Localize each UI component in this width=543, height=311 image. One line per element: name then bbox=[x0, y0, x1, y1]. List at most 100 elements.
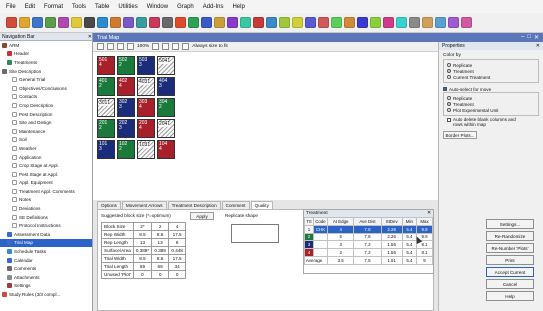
trial-plot[interactable]: 101 3 bbox=[97, 140, 115, 159]
trial-plot[interactable]: 503 3 bbox=[137, 56, 155, 75]
nav-item[interactable]: Header bbox=[0, 50, 92, 59]
block-size-value[interactable]: 0.389 bbox=[151, 246, 170, 255]
table-row[interactable]: 1 CHK 4 7.8 2.26 5.4 9.9 bbox=[304, 224, 433, 234]
apply-button[interactable]: Apply bbox=[190, 212, 214, 220]
trial-plot[interactable]: 404 3 bbox=[157, 77, 175, 96]
toolbar-button-icon[interactable] bbox=[32, 17, 43, 28]
close-icon[interactable]: ✕ bbox=[88, 34, 92, 40]
block-size-value[interactable]: 69 bbox=[151, 262, 170, 271]
radio-button[interactable] bbox=[447, 108, 451, 112]
dialog-button-cancel[interactable]: Cancel bbox=[486, 279, 534, 289]
menu-item-tools[interactable]: Tools bbox=[72, 4, 86, 10]
toolbar-button-icon[interactable] bbox=[19, 17, 30, 28]
tab-quality[interactable]: Quality bbox=[250, 201, 273, 209]
nav-item[interactable]: Maintenance bbox=[0, 127, 92, 136]
close-icon[interactable]: ✕ bbox=[536, 43, 540, 49]
nav-item[interactable]: Protocol Instructions bbox=[0, 221, 92, 230]
block-size-value[interactable]: 13 bbox=[151, 238, 170, 247]
toolbar-button-icon[interactable] bbox=[370, 17, 381, 28]
nav-item[interactable]: Calendar bbox=[0, 256, 92, 265]
nav-item[interactable]: Appl. Equipment bbox=[0, 179, 92, 188]
toolbar-button-icon[interactable] bbox=[253, 17, 264, 28]
block-size-value[interactable]: 13 bbox=[132, 238, 153, 247]
toolbar-button-icon[interactable] bbox=[123, 17, 134, 28]
dialog-button-help[interactable]: Help bbox=[486, 291, 534, 301]
trial-plot[interactable]: 402 4 bbox=[117, 77, 135, 96]
nav-item[interactable]: Deviations bbox=[0, 204, 92, 213]
toolbar-button-icon[interactable] bbox=[396, 17, 407, 28]
nav-item[interactable]: Site and Design bbox=[0, 118, 92, 127]
nav-item[interactable]: Weather bbox=[0, 144, 92, 153]
radio-button[interactable] bbox=[447, 75, 451, 79]
tab-treatment-description[interactable]: Treatment Description bbox=[167, 201, 221, 209]
block-size-value[interactable]: 17.5 bbox=[168, 230, 187, 239]
option-row[interactable]: Plot Experimental Unit bbox=[444, 107, 538, 113]
trial-plot[interactable]: 502 2 bbox=[117, 56, 135, 75]
block-size-value[interactable]: 8.5 bbox=[151, 254, 170, 263]
menu-item-help[interactable]: Help bbox=[232, 4, 244, 10]
fit-height-icon[interactable] bbox=[172, 43, 180, 50]
option-row[interactable]: Current Treatment bbox=[444, 74, 538, 80]
toolbar-button-icon[interactable] bbox=[162, 17, 173, 28]
trial-plot[interactable]: 102 2 bbox=[117, 140, 135, 159]
toolbar-button-icon[interactable] bbox=[71, 17, 82, 28]
toolbar-button-icon[interactable] bbox=[279, 17, 290, 28]
dialog-button-re-randomize[interactable]: Re-Randomize bbox=[486, 231, 534, 241]
close-window-button[interactable]: ✕ bbox=[534, 34, 539, 41]
nav-item[interactable]: Objectives/Conclusions bbox=[0, 84, 92, 93]
trial-plot[interactable]: 5041 bbox=[157, 56, 175, 75]
toolbar-button-icon[interactable] bbox=[383, 17, 394, 28]
toolbar-button-icon[interactable] bbox=[409, 17, 420, 28]
block-size-value[interactable]: 0 bbox=[132, 270, 153, 279]
nav-item[interactable]: General Trial bbox=[0, 75, 92, 84]
block-size-value[interactable]: 6 bbox=[168, 238, 187, 247]
nav-item[interactable]: Contacts bbox=[0, 93, 92, 102]
auto-delete-checkbox[interactable] bbox=[447, 118, 451, 122]
block-size-value[interactable]: 0 bbox=[168, 270, 187, 279]
toolbar-button-icon[interactable] bbox=[422, 17, 433, 28]
zoom-dropdown-icon[interactable] bbox=[152, 43, 160, 50]
nav-item[interactable]: Trial Map bbox=[0, 238, 92, 248]
toolbar-button-icon[interactable] bbox=[461, 17, 472, 28]
radio-button[interactable] bbox=[447, 63, 451, 67]
always-fit-checkbox[interactable] bbox=[182, 43, 190, 50]
dialog-button-settings[interactable]: Settings... bbox=[486, 219, 534, 229]
trial-plot[interactable]: 202 3 bbox=[117, 119, 135, 138]
toolbar-button-icon[interactable] bbox=[240, 17, 251, 28]
nav-item[interactable]: Treatment Appl. Comments bbox=[0, 187, 92, 196]
toolbar-button-icon[interactable] bbox=[435, 17, 446, 28]
block-size-value[interactable]: 17.5 bbox=[168, 254, 187, 263]
table-row[interactable]: 3 3 7.2 1.56 5.4 8.1 bbox=[304, 240, 433, 250]
toolbar-button-icon[interactable] bbox=[175, 17, 186, 28]
nav-item[interactable]: Crop Stage at Appl. bbox=[0, 161, 92, 170]
toolbar-button-icon[interactable] bbox=[318, 17, 329, 28]
block-size-value[interactable]: 0.448 bbox=[168, 246, 187, 255]
nav-item[interactable]: Site Description bbox=[0, 67, 92, 76]
auto-delete-row[interactable]: Auto delete blank columns and rows withi… bbox=[439, 117, 543, 127]
radio-button[interactable] bbox=[447, 96, 451, 100]
block-size-value[interactable]: 8.5 bbox=[132, 254, 153, 263]
nav-item[interactable]: Comments bbox=[0, 264, 92, 273]
maximize-button[interactable]: □ bbox=[527, 34, 531, 41]
nav-item[interactable]: ARM bbox=[0, 41, 92, 50]
trial-plot[interactable]: 104 4 bbox=[157, 140, 175, 159]
trial-plot[interactable]: 203 4 bbox=[137, 119, 155, 138]
nav-item[interactable]: SE Definitions bbox=[0, 213, 92, 222]
trial-plot[interactable]: 501 4 bbox=[97, 56, 115, 75]
block-size-value[interactable]: 8.5 bbox=[132, 230, 153, 239]
zoom-in-icon[interactable] bbox=[97, 43, 104, 50]
menu-item-window[interactable]: Window bbox=[147, 4, 168, 10]
radio-button[interactable] bbox=[447, 69, 451, 73]
tab-comment[interactable]: Comment bbox=[221, 201, 250, 209]
dialog-button-accept-current[interactable]: Accept Current bbox=[486, 267, 534, 277]
fit-width-icon[interactable] bbox=[162, 43, 170, 50]
zoom-level[interactable]: 100% bbox=[137, 44, 149, 49]
select-icon[interactable] bbox=[127, 43, 134, 50]
menu-item-table[interactable]: Table bbox=[95, 4, 109, 10]
block-size-value[interactable]: 8.5 bbox=[151, 230, 170, 239]
toolbar-button-icon[interactable] bbox=[149, 17, 160, 28]
toolbar-button-icon[interactable] bbox=[266, 17, 277, 28]
table-row[interactable]: 4 2 7.2 1.56 5.4 8.1 bbox=[304, 248, 433, 257]
minimize-button[interactable]: – bbox=[521, 34, 524, 41]
block-size-value[interactable]: 0 bbox=[151, 270, 170, 279]
